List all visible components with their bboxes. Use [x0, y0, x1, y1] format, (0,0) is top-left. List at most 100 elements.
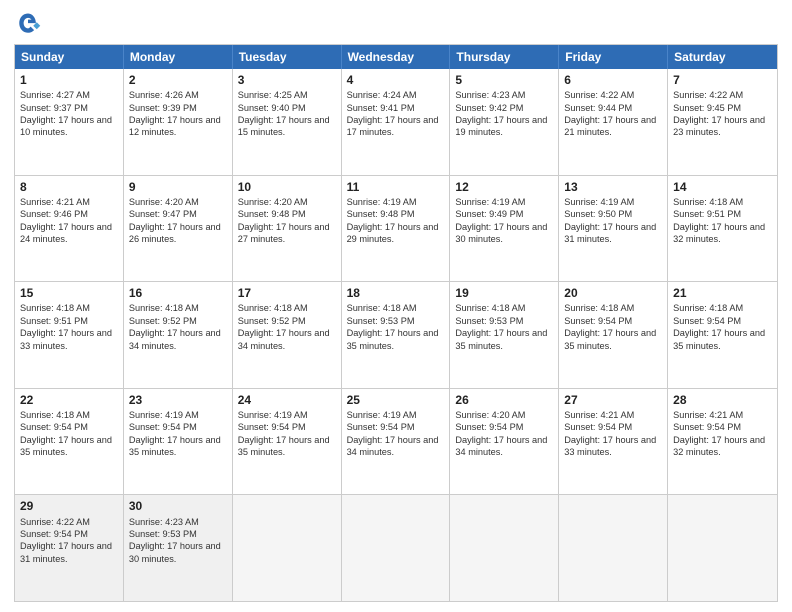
cal-header-tuesday: Tuesday	[233, 45, 342, 69]
cal-cell	[668, 495, 777, 601]
day-number: 1	[20, 72, 118, 88]
cal-header-monday: Monday	[124, 45, 233, 69]
cal-cell: 8Sunrise: 4:21 AM Sunset: 9:46 PM Daylig…	[15, 176, 124, 282]
day-number: 11	[347, 179, 445, 195]
cell-sun-info: Sunrise: 4:22 AM Sunset: 9:44 PM Dayligh…	[564, 89, 662, 139]
day-number: 24	[238, 392, 336, 408]
logo-icon	[14, 10, 42, 38]
cal-cell	[342, 495, 451, 601]
cell-sun-info: Sunrise: 4:25 AM Sunset: 9:40 PM Dayligh…	[238, 89, 336, 139]
cell-sun-info: Sunrise: 4:21 AM Sunset: 9:54 PM Dayligh…	[564, 409, 662, 459]
cal-cell: 20Sunrise: 4:18 AM Sunset: 9:54 PM Dayli…	[559, 282, 668, 388]
cell-sun-info: Sunrise: 4:21 AM Sunset: 9:54 PM Dayligh…	[673, 409, 772, 459]
cal-cell: 9Sunrise: 4:20 AM Sunset: 9:47 PM Daylig…	[124, 176, 233, 282]
cell-sun-info: Sunrise: 4:19 AM Sunset: 9:49 PM Dayligh…	[455, 196, 553, 246]
cal-header-wednesday: Wednesday	[342, 45, 451, 69]
cal-cell: 3Sunrise: 4:25 AM Sunset: 9:40 PM Daylig…	[233, 69, 342, 175]
cell-sun-info: Sunrise: 4:24 AM Sunset: 9:41 PM Dayligh…	[347, 89, 445, 139]
day-number: 4	[347, 72, 445, 88]
day-number: 27	[564, 392, 662, 408]
day-number: 25	[347, 392, 445, 408]
cal-week-4: 22Sunrise: 4:18 AM Sunset: 9:54 PM Dayli…	[15, 389, 777, 496]
cal-header-thursday: Thursday	[450, 45, 559, 69]
cell-sun-info: Sunrise: 4:18 AM Sunset: 9:53 PM Dayligh…	[347, 302, 445, 352]
cell-sun-info: Sunrise: 4:19 AM Sunset: 9:54 PM Dayligh…	[129, 409, 227, 459]
cell-sun-info: Sunrise: 4:18 AM Sunset: 9:54 PM Dayligh…	[673, 302, 772, 352]
day-number: 19	[455, 285, 553, 301]
cell-sun-info: Sunrise: 4:27 AM Sunset: 9:37 PM Dayligh…	[20, 89, 118, 139]
day-number: 26	[455, 392, 553, 408]
cell-sun-info: Sunrise: 4:23 AM Sunset: 9:53 PM Dayligh…	[129, 516, 227, 566]
cal-cell: 4Sunrise: 4:24 AM Sunset: 9:41 PM Daylig…	[342, 69, 451, 175]
day-number: 30	[129, 498, 227, 514]
cal-week-1: 1Sunrise: 4:27 AM Sunset: 9:37 PM Daylig…	[15, 69, 777, 176]
cal-cell: 27Sunrise: 4:21 AM Sunset: 9:54 PM Dayli…	[559, 389, 668, 495]
cell-sun-info: Sunrise: 4:18 AM Sunset: 9:54 PM Dayligh…	[20, 409, 118, 459]
cal-cell: 13Sunrise: 4:19 AM Sunset: 9:50 PM Dayli…	[559, 176, 668, 282]
cell-sun-info: Sunrise: 4:18 AM Sunset: 9:51 PM Dayligh…	[673, 196, 772, 246]
day-number: 3	[238, 72, 336, 88]
cal-cell: 1Sunrise: 4:27 AM Sunset: 9:37 PM Daylig…	[15, 69, 124, 175]
cal-cell: 15Sunrise: 4:18 AM Sunset: 9:51 PM Dayli…	[15, 282, 124, 388]
cal-cell: 23Sunrise: 4:19 AM Sunset: 9:54 PM Dayli…	[124, 389, 233, 495]
cal-cell: 18Sunrise: 4:18 AM Sunset: 9:53 PM Dayli…	[342, 282, 451, 388]
cal-cell: 21Sunrise: 4:18 AM Sunset: 9:54 PM Dayli…	[668, 282, 777, 388]
cell-sun-info: Sunrise: 4:18 AM Sunset: 9:52 PM Dayligh…	[238, 302, 336, 352]
cell-sun-info: Sunrise: 4:20 AM Sunset: 9:48 PM Dayligh…	[238, 196, 336, 246]
calendar-body: 1Sunrise: 4:27 AM Sunset: 9:37 PM Daylig…	[15, 69, 777, 601]
header	[14, 10, 778, 38]
cal-header-friday: Friday	[559, 45, 668, 69]
day-number: 12	[455, 179, 553, 195]
day-number: 7	[673, 72, 772, 88]
cal-cell: 11Sunrise: 4:19 AM Sunset: 9:48 PM Dayli…	[342, 176, 451, 282]
cell-sun-info: Sunrise: 4:18 AM Sunset: 9:54 PM Dayligh…	[564, 302, 662, 352]
cell-sun-info: Sunrise: 4:19 AM Sunset: 9:54 PM Dayligh…	[347, 409, 445, 459]
cal-cell: 16Sunrise: 4:18 AM Sunset: 9:52 PM Dayli…	[124, 282, 233, 388]
day-number: 21	[673, 285, 772, 301]
calendar-header-row: SundayMondayTuesdayWednesdayThursdayFrid…	[15, 45, 777, 69]
cal-cell: 2Sunrise: 4:26 AM Sunset: 9:39 PM Daylig…	[124, 69, 233, 175]
cal-cell: 30 Sunrise: 4:23 AM Sunset: 9:53 PM Dayli…	[124, 495, 233, 601]
day-number: 23	[129, 392, 227, 408]
cal-cell: 7Sunrise: 4:22 AM Sunset: 9:45 PM Daylig…	[668, 69, 777, 175]
cal-cell: 26Sunrise: 4:20 AM Sunset: 9:54 PM Dayli…	[450, 389, 559, 495]
cal-cell: 25Sunrise: 4:19 AM Sunset: 9:54 PM Dayli…	[342, 389, 451, 495]
day-number: 18	[347, 285, 445, 301]
logo	[14, 10, 46, 38]
cal-cell: 29Sunrise: 4:22 AM Sunset: 9:54 PM Dayli…	[15, 495, 124, 601]
day-number: 29	[20, 498, 118, 514]
cal-week-3: 15Sunrise: 4:18 AM Sunset: 9:51 PM Dayli…	[15, 282, 777, 389]
cal-week-2: 8Sunrise: 4:21 AM Sunset: 9:46 PM Daylig…	[15, 176, 777, 283]
cal-header-sunday: Sunday	[15, 45, 124, 69]
day-number: 9	[129, 179, 227, 195]
cell-sun-info: Sunrise: 4:19 AM Sunset: 9:50 PM Dayligh…	[564, 196, 662, 246]
day-number: 14	[673, 179, 772, 195]
cell-sun-info: Sunrise: 4:23 AM Sunset: 9:42 PM Dayligh…	[455, 89, 553, 139]
cal-cell: 10Sunrise: 4:20 AM Sunset: 9:48 PM Dayli…	[233, 176, 342, 282]
day-number: 8	[20, 179, 118, 195]
day-number: 15	[20, 285, 118, 301]
cal-cell	[233, 495, 342, 601]
day-number: 16	[129, 285, 227, 301]
day-number: 6	[564, 72, 662, 88]
day-number: 20	[564, 285, 662, 301]
cell-sun-info: Sunrise: 4:20 AM Sunset: 9:54 PM Dayligh…	[455, 409, 553, 459]
cal-header-saturday: Saturday	[668, 45, 777, 69]
cal-cell: 28Sunrise: 4:21 AM Sunset: 9:54 PM Dayli…	[668, 389, 777, 495]
day-number: 2	[129, 72, 227, 88]
cal-cell: 12Sunrise: 4:19 AM Sunset: 9:49 PM Dayli…	[450, 176, 559, 282]
cal-cell: 22Sunrise: 4:18 AM Sunset: 9:54 PM Dayli…	[15, 389, 124, 495]
day-number: 5	[455, 72, 553, 88]
day-number: 10	[238, 179, 336, 195]
cal-cell: 6Sunrise: 4:22 AM Sunset: 9:44 PM Daylig…	[559, 69, 668, 175]
day-number: 13	[564, 179, 662, 195]
calendar: SundayMondayTuesdayWednesdayThursdayFrid…	[14, 44, 778, 602]
cell-sun-info: Sunrise: 4:18 AM Sunset: 9:51 PM Dayligh…	[20, 302, 118, 352]
page: SundayMondayTuesdayWednesdayThursdayFrid…	[0, 0, 792, 612]
cell-sun-info: Sunrise: 4:20 AM Sunset: 9:47 PM Dayligh…	[129, 196, 227, 246]
day-number: 28	[673, 392, 772, 408]
cal-cell	[559, 495, 668, 601]
cell-sun-info: Sunrise: 4:18 AM Sunset: 9:53 PM Dayligh…	[455, 302, 553, 352]
cal-week-5: 29Sunrise: 4:22 AM Sunset: 9:54 PM Dayli…	[15, 495, 777, 601]
cal-cell: 5Sunrise: 4:23 AM Sunset: 9:42 PM Daylig…	[450, 69, 559, 175]
